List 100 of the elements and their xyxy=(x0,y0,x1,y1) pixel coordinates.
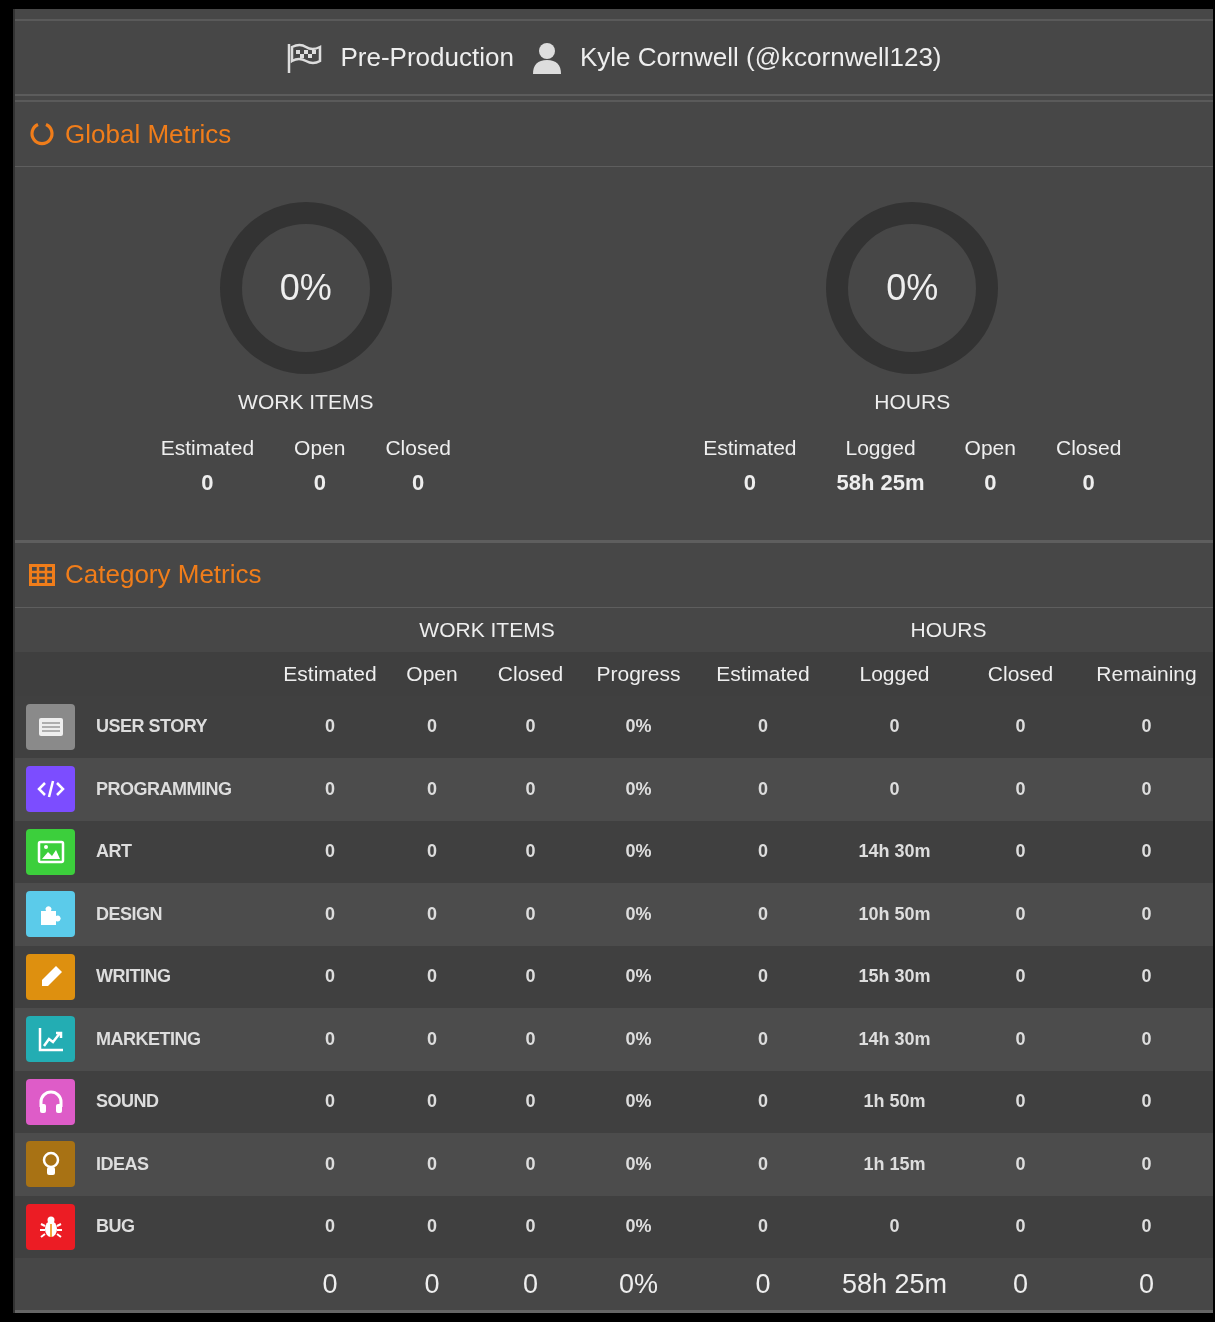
table-cell-text: 0 xyxy=(324,1028,336,1050)
table-cell-text: 0 xyxy=(1014,716,1027,738)
table-cell-text: 1h 15m xyxy=(862,1153,927,1175)
table-cell-text: 0 xyxy=(324,1153,336,1175)
table-cell-text: 0 xyxy=(1140,1028,1153,1050)
section-title: Global Metrics xyxy=(65,118,232,150)
column-group-header: HOURS xyxy=(909,617,988,642)
category-name: ART xyxy=(96,841,132,863)
table-cell-text: 0 xyxy=(1140,1091,1153,1113)
table-cell-text: 0 xyxy=(1014,841,1027,863)
table-cell-text: 0 xyxy=(1014,903,1027,925)
table-cell-text: 0% xyxy=(624,903,653,925)
table-cell-text: 14h 30m xyxy=(857,841,932,863)
stat-label: Estimated xyxy=(703,435,797,460)
category-name: IDEAS xyxy=(96,1153,149,1175)
table-cell-text: 0 xyxy=(524,1153,537,1175)
table-cell-text: 0 xyxy=(426,1216,438,1238)
stat-label: Closed xyxy=(385,435,451,460)
table-cell-text: 0% xyxy=(624,778,653,800)
total-cell-text: 0 xyxy=(1012,1268,1029,1300)
user-icon xyxy=(531,40,562,75)
metric-label: WORK ITEMS xyxy=(238,389,374,414)
total-cell-text: 0 xyxy=(423,1268,441,1300)
total-cell-text: 0 xyxy=(522,1268,539,1300)
table-cell-text: 0 xyxy=(757,1153,769,1175)
stat-label: Estimated xyxy=(160,435,255,460)
stat-value: 0 xyxy=(313,469,326,496)
table-cell-text: 0 xyxy=(757,1216,769,1238)
table-cell-text: 0 xyxy=(426,716,438,738)
table-cell-text: 0 xyxy=(1014,1216,1027,1238)
column-header: Estimated xyxy=(715,661,811,686)
table-cell-text: 0 xyxy=(757,903,769,925)
column-header: Closed xyxy=(496,661,565,686)
table-cell-text: 0 xyxy=(757,841,769,863)
table-cell-text: 0 xyxy=(1140,1216,1153,1238)
column-header: Closed xyxy=(986,661,1055,686)
table-cell-text: 0 xyxy=(757,778,769,800)
table-cell-text: 0 xyxy=(524,841,537,863)
total-cell-text: 58h 25m xyxy=(840,1268,949,1300)
total-cell-text: 0 xyxy=(321,1268,339,1300)
table-cell-text: 0 xyxy=(324,1091,336,1113)
table-cell-text: 0 xyxy=(1140,778,1153,800)
table-cell-text: 0% xyxy=(624,1216,653,1238)
table-cell-text: 14h 30m xyxy=(857,1028,932,1050)
donut-percent: 0% xyxy=(279,266,332,309)
table-cell-text: 0 xyxy=(426,966,438,988)
donut-percent: 0% xyxy=(886,266,939,309)
table-cell-text: 0 xyxy=(426,778,438,800)
table-cell-text: 0 xyxy=(524,716,537,738)
table-cell-text: 0 xyxy=(524,1028,537,1050)
category-name: DESIGN xyxy=(96,903,162,925)
table-cell-text: 0 xyxy=(1014,966,1027,988)
table-cell-text: 0 xyxy=(524,1091,537,1113)
table-cell-text: 0 xyxy=(1014,778,1027,800)
category-name: WRITING xyxy=(96,966,171,988)
column-header: Open xyxy=(405,661,459,686)
table-cell-text: 0% xyxy=(624,1028,653,1050)
stat-value: 0 xyxy=(743,469,756,496)
total-cell-text: 0 xyxy=(1138,1268,1155,1300)
table-icon xyxy=(29,563,55,586)
table-cell-text: 0 xyxy=(888,778,901,800)
table-cell-text: 0 xyxy=(757,966,769,988)
stat-value: 0 xyxy=(412,469,425,496)
total-cell-text: 0% xyxy=(618,1268,659,1300)
total-cell-text: 0 xyxy=(754,1268,772,1300)
category-name: PROGRAMMING xyxy=(96,778,232,800)
project-name: Pre-Production xyxy=(340,42,514,74)
column-header: Estimated xyxy=(282,661,378,686)
table-cell-text: 0 xyxy=(1140,903,1153,925)
table-cell-text: 0 xyxy=(757,716,769,738)
flag-icon xyxy=(286,41,323,74)
table-cell-text: 0 xyxy=(888,716,901,738)
user-name: Kyle Cornwell (@kcornwell123) xyxy=(579,42,942,74)
stat-label: Logged xyxy=(845,435,916,460)
table-cell-text: 0 xyxy=(757,1028,769,1050)
table-cell-text: 0% xyxy=(624,966,653,988)
table-cell-text: 0 xyxy=(324,966,336,988)
table-cell-text: 0 xyxy=(426,841,438,863)
table-cell-text: 0 xyxy=(324,778,336,800)
column-header: Remaining xyxy=(1095,661,1198,686)
category-name: USER STORY xyxy=(96,716,208,738)
table-cell-text: 1h 50m xyxy=(862,1091,927,1113)
metric-label: HOURS xyxy=(874,389,951,414)
table-cell-text: 0 xyxy=(1140,966,1153,988)
table-cell-text: 0% xyxy=(624,841,653,863)
category-name: SOUND xyxy=(96,1091,159,1113)
stat-label: Closed xyxy=(1055,435,1122,460)
table-cell-text: 0 xyxy=(1014,1153,1027,1175)
table-cell-text: 0 xyxy=(1014,1091,1027,1113)
stat-value: 0 xyxy=(201,469,214,496)
table-cell-text: 0 xyxy=(426,1028,438,1050)
table-cell-text: 0 xyxy=(1140,1153,1153,1175)
stat-value: 0 xyxy=(984,469,997,496)
table-cell-text: 0 xyxy=(524,1216,537,1238)
table-cell-text: 0 xyxy=(426,1091,438,1113)
table-cell-text: 0 xyxy=(524,966,537,988)
section-title: Category Metrics xyxy=(65,559,262,591)
table-cell-text: 0 xyxy=(1140,841,1153,863)
table-cell-text: 0 xyxy=(757,1091,769,1113)
category-name: MARKETING xyxy=(96,1028,201,1050)
